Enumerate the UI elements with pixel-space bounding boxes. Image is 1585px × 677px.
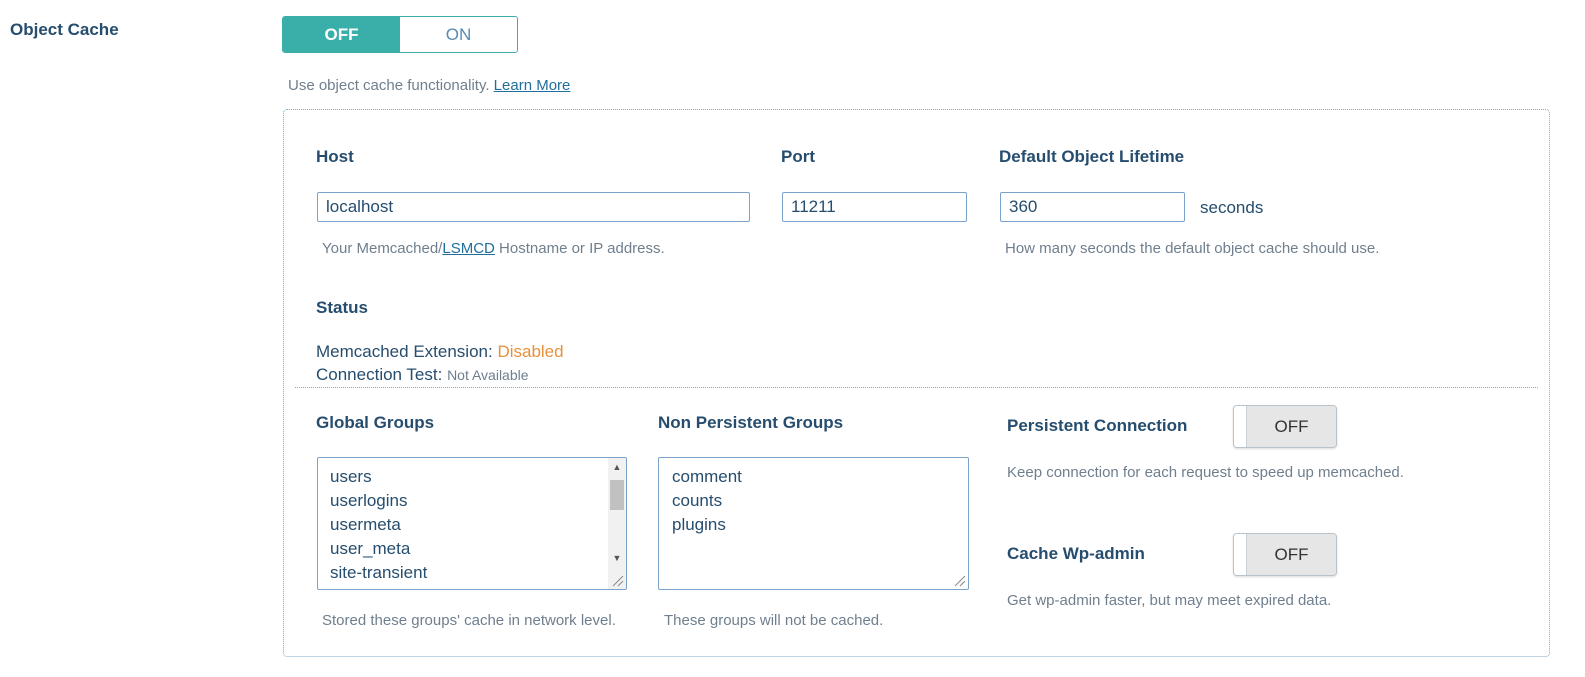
global-group-item: users bbox=[330, 467, 372, 486]
object-cache-title: Object Cache bbox=[10, 20, 119, 39]
scroll-up-arrow-icon[interactable]: ▲ bbox=[608, 458, 626, 476]
non-persistent-groups-hint: These groups will not be cached. bbox=[664, 612, 884, 629]
port-input[interactable]: 11211 bbox=[782, 192, 967, 222]
global-group-item: site-options bbox=[330, 585, 626, 589]
object-cache-description-text: Use object cache functionality. bbox=[288, 77, 490, 94]
persistent-connection-hint: Keep connection for each request to spee… bbox=[1007, 464, 1404, 481]
host-hint-suffix: Hostname or IP address. bbox=[494, 240, 665, 257]
resize-grip-icon[interactable] bbox=[952, 573, 966, 587]
lifetime-unit: seconds bbox=[1200, 198, 1264, 217]
lsmcd-link[interactable]: LSMCD bbox=[442, 240, 495, 257]
non-persistent-group-item: plugins bbox=[672, 515, 726, 534]
memcached-extension-status: Memcached Extension: Disabled bbox=[316, 342, 564, 362]
non-persistent-groups-textarea[interactable]: comment counts plugins bbox=[658, 457, 969, 590]
resize-grip-icon[interactable] bbox=[610, 573, 624, 587]
global-group-item: usermeta bbox=[330, 515, 401, 534]
persistent-connection-toggle[interactable]: OFF bbox=[1233, 405, 1337, 448]
global-group-item: site-transient bbox=[330, 563, 428, 582]
global-groups-hint: Stored these groups' cache in network le… bbox=[322, 612, 616, 629]
scroll-down-arrow-icon[interactable]: ▼ bbox=[608, 549, 626, 567]
cache-wp-admin-toggle-value: OFF bbox=[1247, 534, 1336, 575]
learn-more-link[interactable]: Learn More bbox=[494, 77, 571, 94]
lifetime-label: Default Object Lifetime bbox=[999, 147, 1185, 166]
section-divider bbox=[295, 387, 1538, 388]
object-cache-description: Use object cache functionality. Learn Mo… bbox=[288, 77, 570, 94]
scrollbar-thumb[interactable] bbox=[610, 480, 624, 510]
object-cache-off-button[interactable]: OFF bbox=[283, 17, 400, 52]
lifetime-input[interactable]: 360 bbox=[1000, 192, 1185, 222]
object-cache-toggle[interactable]: OFF ON bbox=[282, 16, 518, 53]
cache-wp-admin-hint: Get wp-admin faster, but may meet expire… bbox=[1007, 592, 1332, 609]
cache-wp-admin-label: Cache Wp-admin bbox=[1007, 544, 1145, 563]
host-input[interactable]: localhost bbox=[317, 192, 750, 222]
global-groups-textarea[interactable]: users userlogins usermeta user_meta site… bbox=[317, 457, 627, 590]
non-persistent-group-item: comment bbox=[672, 467, 742, 486]
memcached-extension-label: Memcached Extension: bbox=[316, 342, 493, 361]
persistent-connection-label: Persistent Connection bbox=[1007, 416, 1188, 435]
cache-wp-admin-toggle[interactable]: OFF bbox=[1233, 533, 1337, 576]
port-label: Port bbox=[781, 147, 815, 166]
persistent-connection-toggle-value: OFF bbox=[1247, 406, 1336, 447]
global-groups-scrollbar[interactable]: ▲ ▼ bbox=[608, 458, 626, 589]
lifetime-hint: How many seconds the default object cach… bbox=[1005, 240, 1380, 257]
host-hint-prefix: Your Memcached/ bbox=[322, 240, 443, 257]
toggle-knob bbox=[1234, 406, 1247, 447]
connection-test-value: Not Available bbox=[447, 367, 529, 383]
global-groups-label: Global Groups bbox=[316, 413, 435, 432]
host-hint: Your Memcached/LSMCD Hostname or IP addr… bbox=[322, 240, 665, 257]
non-persistent-group-item: counts bbox=[672, 491, 723, 510]
global-group-item: user_meta bbox=[330, 539, 411, 558]
status-label: Status bbox=[316, 298, 368, 317]
memcached-extension-value: Disabled bbox=[497, 342, 564, 361]
global-group-item: userlogins bbox=[330, 491, 408, 510]
connection-test-status: Connection Test: Not Available bbox=[316, 365, 529, 385]
host-label: Host bbox=[316, 147, 354, 166]
connection-test-label: Connection Test: bbox=[316, 365, 443, 384]
non-persistent-groups-label: Non Persistent Groups bbox=[658, 413, 844, 432]
object-cache-on-button[interactable]: ON bbox=[400, 17, 517, 52]
toggle-knob bbox=[1234, 534, 1247, 575]
